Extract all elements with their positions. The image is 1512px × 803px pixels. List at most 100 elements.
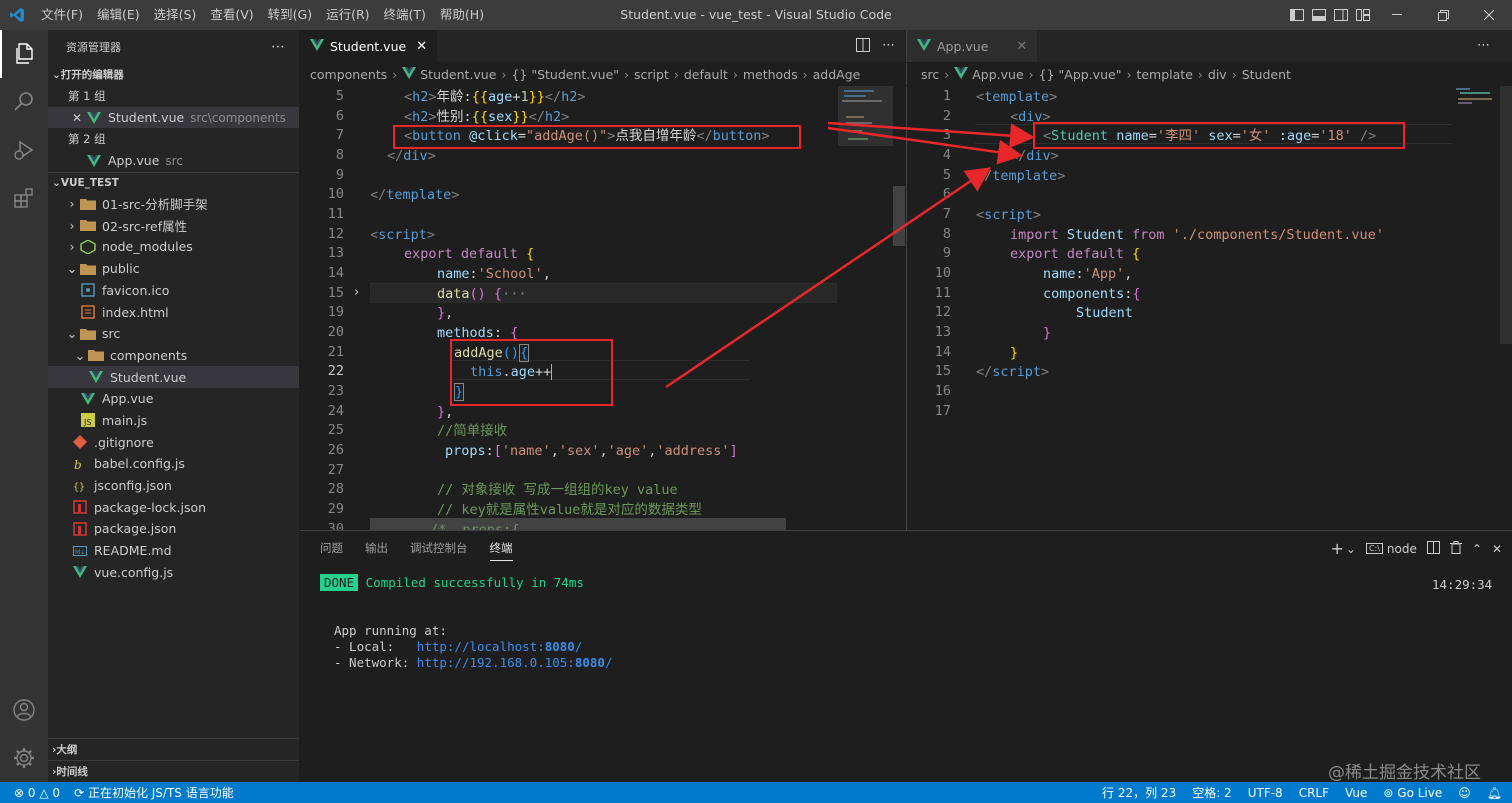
tab-debug-console[interactable]: 调试控制台	[410, 540, 468, 556]
maximize-panel-icon[interactable]: ⌃	[1472, 542, 1482, 556]
network-port[interactable]: 8080	[575, 655, 605, 670]
split-editor-icon[interactable]	[856, 38, 870, 56]
menu-selection[interactable]: 选择(S)	[147, 0, 204, 30]
left-minimap[interactable]	[838, 86, 893, 530]
breadcrumb-app-module[interactable]: {} "App.vue"	[1039, 67, 1122, 82]
more-actions-icon[interactable]: ⋯	[271, 39, 285, 55]
breadcrumb-student[interactable]: Student	[1242, 67, 1291, 82]
split-terminal-icon[interactable]	[1426, 540, 1440, 557]
more-actions-icon[interactable]: ⋯	[882, 38, 895, 56]
shell-name[interactable]: node	[1387, 542, 1417, 556]
timeline-section[interactable]: › 时间线	[48, 760, 299, 782]
tree-item[interactable]: vue.config.js	[48, 561, 299, 583]
outline-section[interactable]: › 大纲	[48, 738, 299, 760]
open-editor-app[interactable]: App.vue src	[48, 150, 299, 172]
breadcrumb-div[interactable]: div	[1208, 67, 1227, 82]
menu-view[interactable]: 查看(V)	[203, 0, 260, 30]
fold-chevron-icon[interactable]: ›	[354, 285, 359, 300]
tree-item[interactable]: .gitignore	[48, 431, 299, 453]
tree-item[interactable]: favicon.ico	[48, 280, 299, 302]
account-icon[interactable]	[0, 686, 48, 734]
tab-app-vue[interactable]: App.vue ✕	[907, 30, 1038, 62]
breadcrumb-methods[interactable]: methods	[743, 67, 798, 82]
problems-indicator[interactable]: ⊗ 0 △ 0	[14, 786, 60, 800]
right-code-editor[interactable]: 1 2 3 4 5 6 7 8 9 10 11 12 13 14 15 16 1…	[906, 86, 1512, 530]
extensions-icon[interactable]	[0, 174, 48, 222]
tree-item[interactable]: › 02-src-ref属性	[48, 214, 299, 236]
close-icon[interactable]: ✕	[72, 111, 86, 125]
tab-problems[interactable]: 问题	[320, 540, 343, 556]
tree-item[interactable]: {} jsconfig.json	[48, 475, 299, 497]
menu-terminal[interactable]: 终端(T)	[377, 0, 433, 30]
breadcrumb-default[interactable]: default	[684, 67, 728, 82]
trash-icon[interactable]	[1449, 540, 1462, 557]
menu-go[interactable]: 转到(G)	[261, 0, 319, 30]
toggle-secondary-sidebar-icon[interactable]	[1330, 0, 1352, 30]
minimize-icon[interactable]	[1374, 0, 1420, 30]
run-debug-icon[interactable]	[0, 126, 48, 174]
cursor-position[interactable]: 行 22，列 23	[1102, 784, 1176, 801]
tree-item[interactable]: Student.vue	[48, 366, 299, 388]
tree-item[interactable]: › node_modules	[48, 236, 299, 258]
right-minimap[interactable]	[1452, 86, 1500, 530]
network-url[interactable]: http://192.168.0.105:	[417, 655, 575, 670]
tree-item[interactable]: › 01-src-分析脚手架	[48, 193, 299, 215]
explorer-icon[interactable]	[0, 30, 48, 78]
breadcrumb-module[interactable]: {} "Student.vue"	[511, 67, 619, 82]
tab-student-vue[interactable]: Student.vue ✕	[300, 30, 438, 62]
vertical-scrollbar[interactable]	[1500, 86, 1512, 344]
tab-output[interactable]: 输出	[365, 540, 388, 556]
tree-item[interactable]: ⌄ components	[48, 345, 299, 367]
feedback-icon[interactable]: ☺	[1458, 786, 1471, 800]
breadcrumb-script[interactable]: script	[634, 67, 669, 82]
language-mode[interactable]: Vue	[1345, 786, 1367, 800]
go-live-button[interactable]: ⊚ Go Live	[1383, 786, 1442, 800]
breadcrumb-src[interactable]: src	[921, 67, 939, 82]
settings-gear-icon[interactable]	[0, 734, 48, 782]
restore-icon[interactable]	[1420, 0, 1466, 30]
indentation[interactable]: 空格: 2	[1192, 784, 1232, 801]
menu-run[interactable]: 运行(R)	[319, 0, 376, 30]
new-terminal-icon[interactable]: +	[1330, 539, 1343, 558]
close-panel-icon[interactable]: ✕	[1492, 542, 1502, 556]
encoding[interactable]: UTF-8	[1248, 786, 1283, 800]
tree-item[interactable]: JS main.js	[48, 410, 299, 432]
vertical-scrollbar[interactable]	[893, 186, 905, 246]
tab-terminal[interactable]: 终端	[489, 540, 513, 561]
tree-item[interactable]: package.json	[48, 518, 299, 540]
left-code-editor[interactable]: 5 6 7 8 9 10 11 12 13 14 15 19 20 21 22 …	[300, 86, 905, 530]
toggle-sidebar-icon[interactable]	[1286, 0, 1308, 30]
notifications-bell-icon[interactable]: 🔔︎	[1487, 786, 1502, 800]
project-section[interactable]: ⌄ VUE_TEST	[48, 171, 299, 193]
local-url[interactable]: http://localhost:	[417, 639, 545, 654]
line-ending[interactable]: CRLF	[1299, 786, 1329, 800]
search-icon[interactable]	[0, 78, 48, 126]
toggle-panel-icon[interactable]	[1308, 0, 1330, 30]
customize-layout-icon[interactable]	[1352, 0, 1374, 30]
open-editors-section[interactable]: ⌄ 打开的编辑器	[48, 64, 299, 85]
local-port[interactable]: 8080	[545, 639, 575, 654]
tree-item[interactable]: index.html	[48, 301, 299, 323]
close-window-icon[interactable]	[1466, 0, 1512, 30]
breadcrumb-app-file[interactable]: App.vue	[972, 67, 1023, 82]
sync-status[interactable]: ⟳ 正在初始化 JS/TS 语言功能	[74, 784, 234, 801]
tree-item[interactable]: M↓ README.md	[48, 540, 299, 562]
more-actions-icon[interactable]: ⋯	[1477, 38, 1490, 53]
tree-item[interactable]: b babel.config.js	[48, 453, 299, 475]
tree-item[interactable]: ⌄ public	[48, 258, 299, 280]
tree-item[interactable]: ⌄ src	[48, 323, 299, 345]
menu-edit[interactable]: 编辑(E)	[90, 0, 147, 30]
breadcrumb-addage[interactable]: addAge	[813, 67, 861, 82]
menu-help[interactable]: 帮助(H)	[433, 0, 491, 30]
close-tab-icon[interactable]: ✕	[1016, 39, 1027, 54]
chevron-down-icon[interactable]: ⌄	[1346, 542, 1356, 556]
open-editor-student[interactable]: ✕ Student.vue src\components	[48, 106, 299, 129]
menu-file[interactable]: 文件(F)	[34, 0, 90, 30]
horizontal-scrollbar[interactable]	[370, 518, 786, 530]
tree-item[interactable]: App.vue	[48, 388, 299, 410]
breadcrumb-components[interactable]: components	[310, 67, 387, 82]
breadcrumb-template[interactable]: template	[1136, 67, 1192, 82]
breadcrumb-file[interactable]: Student.vue	[420, 67, 496, 82]
tree-item[interactable]: package-lock.json	[48, 496, 299, 518]
close-tab-icon[interactable]: ✕	[416, 39, 427, 54]
